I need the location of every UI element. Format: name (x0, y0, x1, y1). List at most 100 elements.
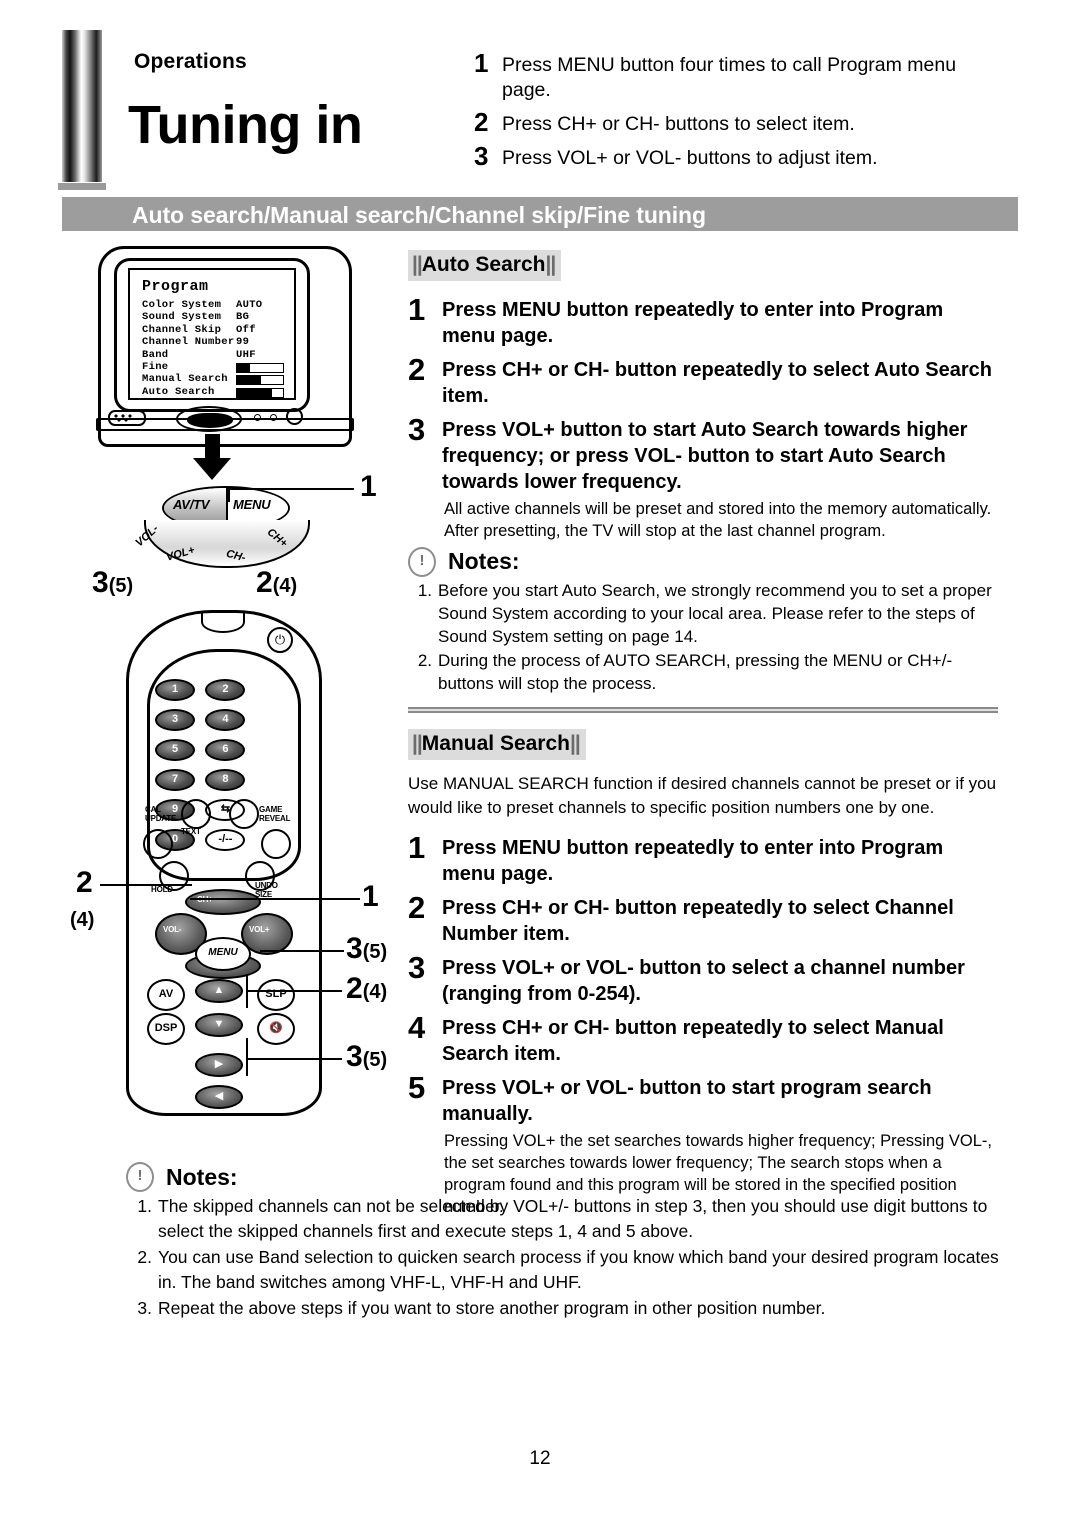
remote-menu-button[interactable]: MENU (195, 937, 251, 971)
header-step: 2 Press CH+ or CH- buttons to select ite… (474, 106, 994, 137)
osd-row-label: Sound System (142, 311, 222, 324)
tv-speaker-icon (108, 410, 146, 426)
osd-row-value: AUTO (236, 299, 263, 311)
osd-bar-manual-search (236, 375, 284, 386)
remote-game-reveal-label: GAME REVEAL (259, 805, 291, 823)
osd-bar-row: Auto Search (142, 386, 294, 398)
auto-search-heading-text: Auto Search (421, 253, 546, 276)
remote-right-button[interactable]: ▶ (195, 1053, 243, 1077)
heading-rule-left: || (412, 253, 423, 276)
exclamation-icon: ! (408, 546, 436, 577)
osd-row-label: Channel Skip (142, 323, 222, 336)
tv-callout-ch: 2(4) (256, 566, 298, 599)
note-text: Repeat the above steps if you want to st… (158, 1298, 826, 1318)
header-step-text: Press MENU button four times to call Pro… (502, 54, 957, 101)
callout-leader-line (246, 990, 342, 992)
callout-leader-line (228, 488, 230, 502)
step-number: 2 (408, 352, 426, 387)
callout-leader-line (260, 950, 344, 952)
osd-bar-auto-search (236, 387, 284, 398)
page-number: 12 (529, 1448, 551, 1469)
step-number: 3 (408, 412, 426, 447)
osd-row-value: Off (236, 323, 256, 336)
note-item: 1. The skipped channels can not be selec… (126, 1194, 1006, 1243)
osd-bar-label: Fine (142, 361, 169, 374)
illustration-column: Program Color System AUTO Sound System B… (70, 238, 400, 1168)
remote-up-button[interactable]: ▲ (195, 979, 243, 1003)
step-number: 2 (408, 890, 426, 926)
remote-slp-button[interactable]: SLP (257, 979, 295, 1011)
auto-search-heading: ||Auto Search|| (408, 250, 562, 281)
bottom-notes-header: ! Notes: (126, 1162, 1006, 1192)
step-number: 4 (408, 1010, 426, 1046)
auto-search-notes-header: ! Notes: (408, 546, 998, 577)
manual-search-step: 3 Press VOL+ or VOL- button to select a … (408, 951, 998, 1007)
remote-hold-label: HOLD (151, 885, 173, 894)
osd-bar-label: Auto Search (142, 385, 215, 398)
header-step-number: 1 (474, 48, 489, 78)
remote-vol-up-label: VOL+ (249, 925, 270, 934)
auto-search-step: 3 Press VOL+ button to start Auto Search… (408, 412, 998, 495)
remote-down-button[interactable]: ▼ (195, 1013, 243, 1037)
remote-cal-update-button[interactable] (143, 829, 173, 859)
osd-row-value: BG (236, 311, 250, 324)
remote-key-7[interactable]: 7 (155, 769, 195, 791)
mute-icon[interactable]: 🔇 (257, 1013, 295, 1045)
callout-leader-line (100, 884, 192, 886)
header-step-text: Press CH+ or CH- buttons to select item. (502, 112, 855, 135)
remote-key-8[interactable]: 8 (205, 769, 246, 791)
manual-search-step: 5 Press VOL+ or VOL- button to start pro… (408, 1071, 998, 1127)
note-item: 1. Before you start Auto Search, we stro… (408, 579, 998, 648)
osd-bar-fill (237, 376, 261, 385)
exclamation-icon: ! (126, 1162, 154, 1192)
manual-search-heading: ||Manual Search|| (408, 729, 586, 761)
remote-av-button[interactable]: AV (147, 979, 185, 1011)
remote-key-5[interactable]: 5 (155, 739, 195, 761)
remote-text-button[interactable] (181, 799, 211, 829)
auto-search-step: 2 Press CH+ or CH- button repeatedly to … (408, 352, 998, 409)
remote-key-2[interactable]: 2 (205, 679, 246, 701)
step-number: 3 (408, 950, 426, 986)
note-text: You can use Band selection to quicken se… (158, 1247, 999, 1292)
step-number: 5 (408, 1070, 426, 1106)
remote-callout-left-right: 3(5) (346, 1040, 388, 1073)
note-item: 3. Repeat the above steps if you want to… (126, 1296, 1006, 1321)
remote-key-4[interactable]: 4 (205, 709, 246, 731)
remote-dsp-button[interactable]: DSP (147, 1013, 185, 1045)
remote-callout-menu: 1 (362, 880, 379, 913)
manual-search-lead: Use MANUAL SEARCH function if desired ch… (408, 774, 997, 817)
manual-search-step: 2 Press CH+ or CH- button repeatedly to … (408, 891, 998, 947)
remote-index-button[interactable] (229, 799, 259, 829)
remote-ir-notch (201, 611, 245, 633)
callout-leader-line (228, 488, 354, 490)
notes-title: Notes: (166, 1163, 238, 1190)
header-steps-list: 1 Press MENU button four times to call P… (474, 48, 994, 177)
remote-key-6[interactable]: 6 (205, 739, 246, 761)
osd-bar-row: Manual Search (142, 373, 294, 386)
tv-control-knob (176, 406, 242, 432)
note-number: 1. (417, 580, 432, 600)
power-icon[interactable]: ⏻ (267, 627, 293, 653)
remote-left-button[interactable]: ◀ (195, 1085, 243, 1109)
remote-game-reveal-button[interactable] (261, 829, 291, 859)
remote-key-1[interactable]: 1 (155, 679, 195, 701)
tv-callout-vol: 3(5) (92, 566, 134, 599)
osd-row: Color System AUTO (142, 299, 294, 311)
remote-key-dash[interactable]: -/-- (205, 829, 246, 851)
header-step-number: 3 (474, 140, 489, 171)
remote-key-3[interactable]: 3 (155, 709, 195, 731)
callout-leader-line (246, 974, 248, 1008)
step-number: 1 (408, 830, 426, 866)
header-step-number: 2 (474, 106, 489, 137)
manual-search-step: 1 Press MENU button repeatedly to enter … (408, 831, 998, 887)
step-text: Press CH+ or CH- button repeatedly to se… (442, 897, 954, 946)
osd-bar-fine (236, 363, 284, 374)
notes-title: Notes: (448, 548, 520, 575)
remote-callout-vol-right: 3(5) (346, 932, 388, 965)
header-step-text: Press VOL+ or VOL- buttons to adjust ite… (502, 146, 878, 169)
step-text: Press MENU button repeatedly to enter in… (442, 837, 944, 886)
remote-cal-update-label: CAL UPDATE (145, 805, 177, 823)
section-divider (408, 707, 998, 714)
header-step: 3 Press VOL+ or VOL- buttons to adjust i… (474, 140, 994, 171)
step-text: Press VOL+ button to start Auto Search t… (442, 419, 968, 493)
